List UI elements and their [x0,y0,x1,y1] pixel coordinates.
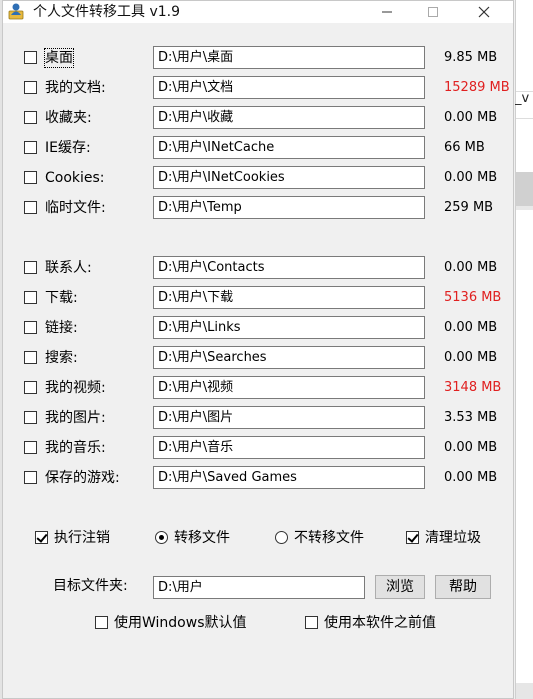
folder-path-input[interactable]: D:\用户\下载 [153,286,425,309]
previous-values-label: 使用本软件之前值 [324,615,436,631]
folder-checkbox[interactable] [24,51,37,64]
folder-row: 我的视频: D:\用户\视频 3148 MB [3,376,513,400]
folder-checkbox[interactable] [24,291,37,304]
folder-checkbox[interactable] [24,111,37,124]
title-bar[interactable]: 个人文件转移工具 v1.9 [3,1,513,23]
folder-row: 我的音乐: D:\用户\音乐 0.00 MB [3,436,513,460]
windows-default-label: 使用Windows默认值 [114,615,247,631]
folder-size: 0.00 MB [444,440,498,455]
move-files-label: 转移文件 [174,530,230,546]
folder-checkbox[interactable] [24,441,37,454]
folder-label: 我的音乐: [45,440,106,456]
folder-checkbox[interactable] [24,261,37,274]
target-folder-input[interactable]: D:\用户 [153,576,365,599]
folder-path-input[interactable]: D:\用户\文档 [153,76,425,99]
folder-label: 联系人: [45,260,92,276]
folder-path-input[interactable]: D:\用户\Contacts [153,256,425,279]
folder-path-input[interactable]: D:\用户\收藏 [153,106,425,129]
folder-checkbox[interactable] [24,471,37,484]
folder-label: 我的视频: [45,380,106,396]
folder-label: Cookies: [45,170,105,186]
folder-path-input[interactable]: D:\用户\Saved Games [153,466,425,489]
folder-label: 链接: [45,320,78,336]
folder-row: Cookies: D:\用户\INetCookies 0.00 MB [3,166,513,190]
cleanup-label: 清理垃圾 [425,530,481,546]
folder-row: 联系人: D:\用户\Contacts 0.00 MB [3,256,513,280]
folder-row: 我的文档: D:\用户\文档 15289 MB [3,76,513,100]
folder-label: 临时文件: [45,200,106,216]
folder-path-input[interactable]: D:\用户\视频 [153,376,425,399]
folder-path-input[interactable]: D:\用户\Searches [153,346,425,369]
user-folder-icon [8,2,26,20]
previous-values-checkbox[interactable] [305,616,318,629]
folder-label: 搜索: [45,350,78,366]
folder-path-input[interactable]: D:\用户\Links [153,316,425,339]
folder-size: 0.00 MB [444,170,498,185]
folder-label: IE缓存: [45,140,91,156]
folder-size: 3148 MB [444,380,502,395]
help-button[interactable]: 帮助 [435,575,491,599]
app-window: 个人文件转移工具 v1.9 桌面 D:\用户\桌面 9.85 MB 我的文档: D:\用… [2,0,514,699]
folder-checkbox[interactable] [24,81,37,94]
folder-size: 0.00 MB [444,470,498,485]
folder-size: 0.00 MB [444,260,498,275]
window-title: 个人文件转移工具 v1.9 [33,4,180,20]
target-folder-label: 目标文件夹: [53,578,128,594]
folder-row: 链接: D:\用户\Links 0.00 MB [3,316,513,340]
folder-path-input[interactable]: D:\用户\INetCache [153,136,425,159]
folder-size: 9.85 MB [444,50,498,65]
folder-path-input[interactable]: D:\用户\图片 [153,406,425,429]
folder-label: 保存的游戏: [45,470,120,486]
folder-size: 3.53 MB [444,410,498,425]
folder-label: 我的图片: [45,410,106,426]
folder-row: 搜索: D:\用户\Searches 0.00 MB [3,346,513,370]
folder-path-input[interactable]: D:\用户\Temp [153,196,425,219]
folder-size: 259 MB [444,200,494,215]
folder-checkbox[interactable] [24,351,37,364]
folder-size: 0.00 MB [444,350,498,365]
folder-path-input[interactable]: D:\用户\INetCookies [153,166,425,189]
folder-checkbox[interactable] [24,171,37,184]
folder-row: 保存的游戏: D:\用户\Saved Games 0.00 MB [3,466,513,490]
folder-size: 5136 MB [444,290,502,305]
folder-row: 下载: D:\用户\下载 5136 MB [3,286,513,310]
folder-size: 15289 MB [444,80,510,95]
folder-checkbox[interactable] [24,381,37,394]
maximize-button[interactable] [411,1,455,23]
folder-row: IE缓存: D:\用户\INetCache 66 MB [3,136,513,160]
logoff-label: 执行注销 [54,530,110,546]
folder-row: 我的图片: D:\用户\图片 3.53 MB [3,406,513,430]
close-icon [478,6,490,18]
folder-label: 我的文档: [45,80,106,96]
folder-path-input[interactable]: D:\用户\音乐 [153,436,425,459]
folder-row: 临时文件: D:\用户\Temp 259 MB [3,196,513,220]
folder-label: 下载: [45,290,78,306]
folder-label: 桌面 [44,48,74,68]
folder-checkbox[interactable] [24,321,37,334]
folder-size: 0.00 MB [444,110,498,125]
minimize-button[interactable] [365,1,409,23]
no-move-files-label: 不转移文件 [294,530,364,546]
folder-size: 66 MB [444,140,485,155]
move-files-radio[interactable] [155,531,168,544]
windows-default-checkbox[interactable] [95,616,108,629]
logoff-checkbox[interactable] [35,531,48,544]
folder-row: 收藏夹: D:\用户\收藏 0.00 MB [3,106,513,130]
folder-path-input[interactable]: D:\用户\桌面 [153,46,425,69]
close-button[interactable] [462,1,506,23]
folder-size: 0.00 MB [444,320,498,335]
folder-row: 桌面 D:\用户\桌面 9.85 MB [3,46,513,70]
folder-label: 收藏夹: [45,110,92,126]
maximize-icon [428,7,438,17]
cleanup-checkbox[interactable] [406,531,419,544]
no-move-files-radio[interactable] [275,531,288,544]
minimize-icon [382,11,392,13]
folder-checkbox[interactable] [24,201,37,214]
browse-button[interactable]: 浏览 [375,575,425,599]
folder-checkbox[interactable] [24,141,37,154]
background-window-text: _v [515,91,530,106]
folder-checkbox[interactable] [24,411,37,424]
